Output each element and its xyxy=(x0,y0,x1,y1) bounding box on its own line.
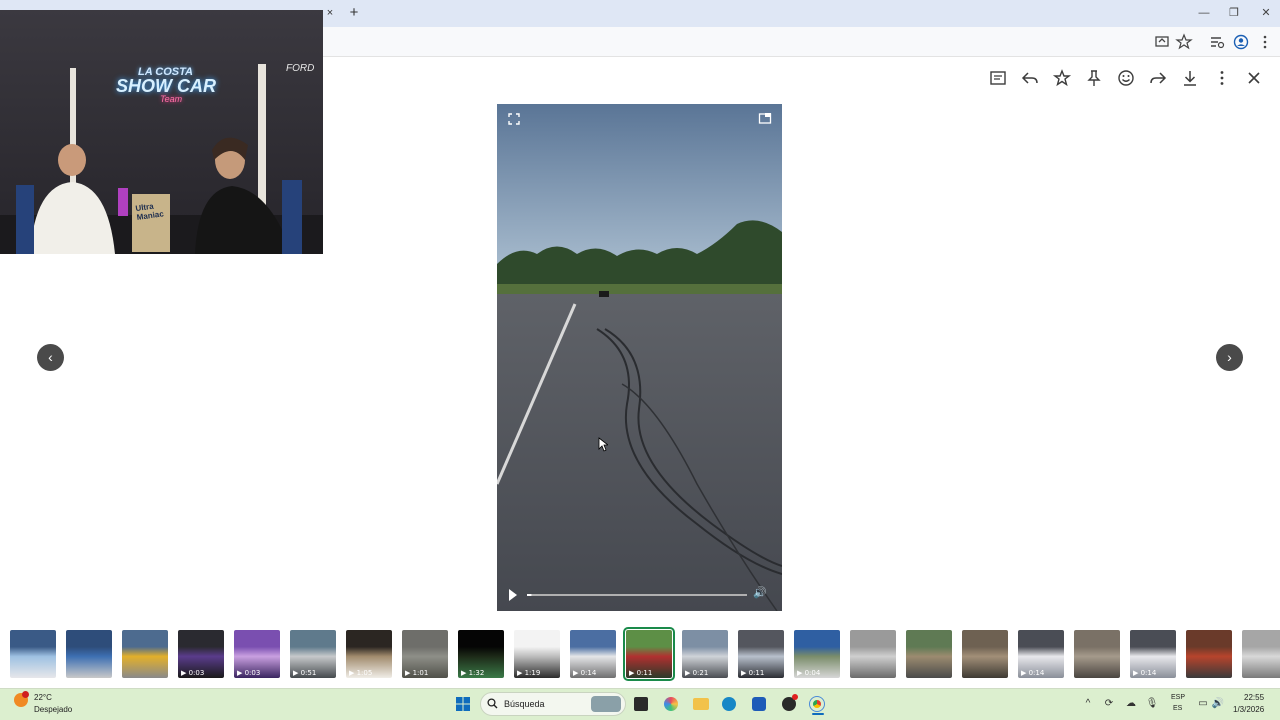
media-thumbnail[interactable]: ▶ 0:14 xyxy=(1018,630,1064,678)
star-icon[interactable] xyxy=(1052,68,1072,88)
fullscreen-icon[interactable] xyxy=(507,112,521,126)
thumbnail-duration: ▶ 0:14 xyxy=(1021,669,1045,677)
thumbnail-duration: ▶ 0:11 xyxy=(629,669,653,677)
emoji-icon[interactable] xyxy=(1116,68,1136,88)
file-explorer-icon[interactable] xyxy=(693,698,709,710)
media-thumbnail[interactable]: ▶ 0:14 xyxy=(1130,630,1176,678)
thumbnail-duration: ▶ 0:03 xyxy=(237,669,261,677)
filter-icon[interactable] xyxy=(988,68,1008,88)
chrome-icon[interactable] xyxy=(809,696,825,712)
volume-tray-icon[interactable]: 🔊 xyxy=(1211,697,1225,711)
chevron-up-icon[interactable]: ^ xyxy=(1081,697,1095,711)
media-thumbnail[interactable] xyxy=(1186,630,1232,678)
progress-fill xyxy=(527,594,532,596)
media-thumbnail[interactable]: ▶ 0:03 xyxy=(234,630,280,678)
thumbnail-duration: ▶ 1:05 xyxy=(349,669,373,677)
window-close-button[interactable]: ✕ xyxy=(1256,5,1276,21)
download-icon[interactable] xyxy=(1180,68,1200,88)
thumbnail-duration: ▶ 0:03 xyxy=(181,669,205,677)
forward-icon[interactable] xyxy=(1148,68,1168,88)
media-thumbnail[interactable]: ▶ 1:01 xyxy=(402,630,448,678)
media-thumbnail[interactable]: ▶ 1:19 xyxy=(514,630,560,678)
sync-icon[interactable]: ⟳ xyxy=(1102,697,1116,711)
video-frame xyxy=(497,104,782,611)
media-thumbnail[interactable] xyxy=(1242,630,1280,678)
previous-media-button[interactable]: ‹ xyxy=(37,344,64,371)
pin-icon[interactable] xyxy=(1084,68,1104,88)
microphone-icon[interactable]: 🎙 xyxy=(1145,697,1159,711)
search-highlight-image xyxy=(591,696,621,712)
edge-icon[interactable] xyxy=(722,697,736,711)
media-thumbnail[interactable]: ▶ 1:05 xyxy=(346,630,392,678)
media-thumbnail[interactable]: ▶ 1:32 xyxy=(458,630,504,678)
thumbnail-duration: ▶ 0:51 xyxy=(293,669,317,677)
media-thumbnail[interactable]: ▶ 0:03 xyxy=(178,630,224,678)
webcam-overlay: LA COSTA SHOW CAR Team FORD Ultra Maniac xyxy=(0,10,323,254)
thumbnail-duration: ▶ 0:14 xyxy=(573,669,597,677)
media-thumbnail[interactable] xyxy=(906,630,952,678)
next-media-button[interactable]: › xyxy=(1216,344,1243,371)
restore-button[interactable]: ❐ xyxy=(1224,5,1244,21)
clock-date[interactable]: 1/3/2026 xyxy=(1233,705,1264,714)
volume-icon[interactable]: 🔊 xyxy=(753,586,767,599)
start-button[interactable] xyxy=(455,696,471,712)
thumbnail-duration: ▶ 0:14 xyxy=(1133,669,1157,677)
profile-icon[interactable] xyxy=(1232,33,1250,51)
network-icon[interactable]: ▭ xyxy=(1196,697,1210,711)
video-player[interactable]: 🔊 xyxy=(497,104,782,611)
keyboard-layout[interactable]: ES xyxy=(1173,705,1182,712)
media-thumbnail[interactable] xyxy=(962,630,1008,678)
media-thumbnail[interactable] xyxy=(850,630,896,678)
ford-sign: FORD xyxy=(286,63,315,74)
media-thumbnail[interactable]: ▶ 0:14 xyxy=(570,630,616,678)
thumbnail-duration: ▶ 0:04 xyxy=(797,669,821,677)
media-thumbnail[interactable] xyxy=(1074,630,1120,678)
star-icon[interactable] xyxy=(1175,33,1193,51)
menu-icon[interactable] xyxy=(1256,33,1274,51)
screen: × + — ❐ ✕ LA COSTA SHOW CAR Team FORD Ul… xyxy=(0,0,1280,720)
task-view-icon[interactable] xyxy=(634,697,648,711)
thumbnail-duration: ▶ 1:32 xyxy=(461,669,485,677)
recording-indicator xyxy=(792,694,798,700)
tab-close-button[interactable]: × xyxy=(323,6,337,20)
minimize-button[interactable]: — xyxy=(1194,5,1214,21)
picture-in-picture-icon[interactable] xyxy=(758,111,772,125)
clock-time[interactable]: 22:55 xyxy=(1244,693,1264,702)
weather-description: Despejado xyxy=(34,705,73,714)
media-thumbnail[interactable] xyxy=(122,630,168,678)
cloud-off-icon[interactable]: ☁ xyxy=(1124,697,1138,711)
weather-alert-badge xyxy=(22,691,29,698)
thumbnail-duration: ▶ 1:19 xyxy=(517,669,541,677)
cast-icon[interactable] xyxy=(1153,33,1171,51)
new-tab-button[interactable]: + xyxy=(346,5,362,21)
media-thumbnail[interactable]: ▶ 0:11 xyxy=(623,627,675,681)
neon-sign-line3: Team xyxy=(160,94,183,104)
mouse-cursor-icon xyxy=(598,437,608,452)
media-thumbnail[interactable] xyxy=(10,630,56,678)
close-icon[interactable] xyxy=(1244,68,1264,88)
reply-icon[interactable] xyxy=(1020,68,1040,88)
copilot-icon[interactable] xyxy=(664,697,678,711)
media-thumbnail[interactable]: ▶ 0:21 xyxy=(682,630,728,678)
media-thumbnail[interactable]: ▶ 0:51 xyxy=(290,630,336,678)
search-icon xyxy=(487,698,498,709)
thumbnail-duration: ▶ 1:01 xyxy=(405,669,429,677)
media-thumbnail[interactable] xyxy=(66,630,112,678)
store-icon[interactable] xyxy=(752,697,766,711)
media-thumbnail[interactable]: ▶ 0:11 xyxy=(738,630,784,678)
thumbnail-duration: ▶ 0:11 xyxy=(741,669,765,677)
more-icon[interactable] xyxy=(1212,68,1232,88)
weather-temperature: 22°C xyxy=(34,693,52,702)
active-app-indicator xyxy=(812,713,824,715)
search-placeholder: Búsqueda xyxy=(504,699,545,709)
thumbnail-duration: ▶ 0:21 xyxy=(685,669,709,677)
media-thumbnail[interactable]: ▶ 0:04 xyxy=(794,630,840,678)
language-code[interactable]: ESP xyxy=(1171,694,1185,701)
tab-search-icon[interactable] xyxy=(1208,33,1226,51)
